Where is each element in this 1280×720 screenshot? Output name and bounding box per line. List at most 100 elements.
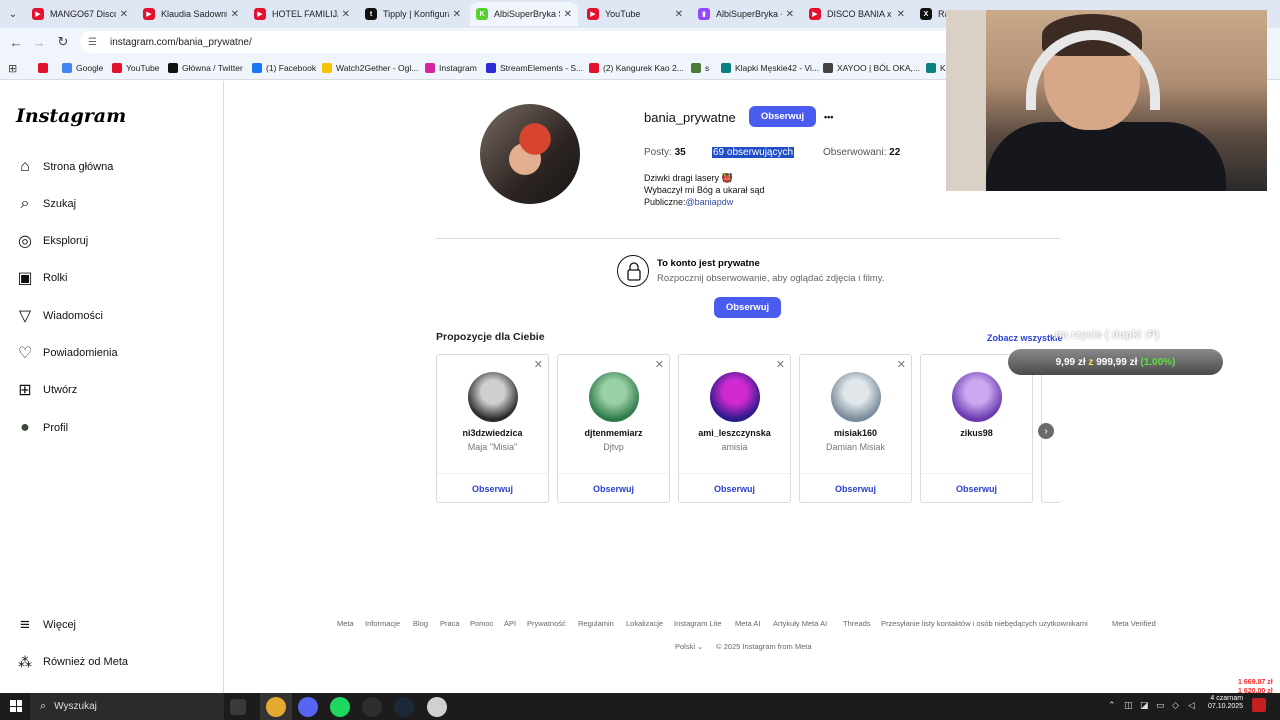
close-tab-icon[interactable]: ✕ bbox=[675, 9, 683, 20]
apps-grid-icon[interactable]: ⊞ bbox=[8, 61, 17, 75]
footer-link[interactable]: Informacje bbox=[365, 619, 400, 628]
taskbar-app-steam-icon[interactable] bbox=[394, 697, 414, 717]
browser-tab[interactable]: ▶ Klaudia Sadownik ✕ bbox=[137, 2, 245, 26]
profile-avatar[interactable] bbox=[480, 104, 580, 204]
suggestion-follow-button[interactable]: Obserwuj bbox=[558, 484, 669, 494]
suggestion-follow-button[interactable]: Obserwuj bbox=[921, 484, 1032, 494]
suggestion-card[interactable]: zikus98 Obserwuj bbox=[920, 354, 1033, 503]
forward-icon[interactable]: → bbox=[31, 34, 47, 50]
footer-link[interactable]: Instagram Lite bbox=[674, 619, 722, 628]
bookmark-item[interactable]: Główna / Twitter bbox=[168, 61, 243, 75]
bio-handle-link[interactable]: @baniapdw bbox=[686, 197, 734, 207]
sidebar-item-home[interactable]: ⌂ Strona główna bbox=[16, 155, 113, 179]
bookmark-item[interactable]: (1) Facebook bbox=[252, 61, 316, 75]
tab-search-icon[interactable]: ⌄ bbox=[4, 5, 22, 23]
footer-link[interactable]: API bbox=[504, 619, 516, 628]
bookmark-item[interactable]: Klapki Męskie42 - Vi... bbox=[721, 61, 819, 75]
notification-icon[interactable] bbox=[1252, 698, 1266, 712]
followers-count[interactable]: 69 obserwujących bbox=[712, 147, 795, 158]
sidebar-item-also-from-meta[interactable]: ⁂ Również od Meta bbox=[16, 650, 128, 674]
instagram-logo[interactable]: Instagram bbox=[16, 105, 126, 127]
sidebar-item-heart[interactable]: ♡ Powiadomienia bbox=[16, 341, 118, 365]
bookmark-item[interactable]: Google bbox=[62, 61, 103, 75]
taskbar-app-spotify-icon[interactable] bbox=[330, 697, 350, 717]
footer-link[interactable]: Meta Verified bbox=[1112, 619, 1156, 628]
sidebar-item-reels[interactable]: ▣ Rolki bbox=[16, 266, 67, 290]
network-icon[interactable]: ◇ bbox=[1172, 700, 1179, 711]
suggestion-card[interactable]: ✕ djtenmemiarz Djtvp Obserwuj bbox=[557, 354, 670, 503]
suggestion-card[interactable]: ✕ ami_leszczynska amisia Obserwuj bbox=[678, 354, 791, 503]
dismiss-icon[interactable]: ✕ bbox=[897, 358, 906, 371]
suggestion-avatar[interactable] bbox=[468, 372, 518, 422]
taskbar-search[interactable]: ⌕ Wyszukaj bbox=[30, 693, 224, 720]
footer-link[interactable]: Praca bbox=[440, 619, 460, 628]
browser-tab[interactable]: ▶ MANGO67 Disco ✕ bbox=[26, 2, 134, 26]
sidebar-item-plus-square[interactable]: ⊞ Utwórz bbox=[16, 378, 77, 402]
tray-icon[interactable]: ◪ bbox=[1140, 700, 1149, 711]
bookmark-item[interactable]: Instagram bbox=[425, 61, 477, 75]
sidebar-item-more[interactable]: ≡ Więcej bbox=[16, 613, 76, 637]
taskbar-app-obs-icon[interactable] bbox=[362, 697, 382, 717]
close-tab-icon[interactable]: ✕ bbox=[897, 9, 905, 20]
sidebar-item-search[interactable]: ⌕ Szukaj bbox=[16, 192, 77, 216]
browser-tab[interactable]: ▶ DISCO BANIA x D ✕ bbox=[803, 2, 911, 26]
sidebar-item-avatar[interactable]: ● Profil bbox=[16, 416, 68, 440]
close-tab-icon[interactable]: ✕ bbox=[342, 9, 350, 20]
suggestion-follow-button[interactable]: Obserwuj bbox=[437, 484, 548, 494]
taskbar-app-chrome-icon[interactable] bbox=[260, 693, 292, 720]
close-tab-icon[interactable]: ✕ bbox=[120, 9, 128, 20]
suggestion-username[interactable]: zikus98 bbox=[921, 428, 1032, 438]
suggestion-username[interactable]: misiak160 bbox=[800, 428, 911, 438]
address-bar[interactable]: ☰ instagram.com/bania_prywatne/ bbox=[80, 31, 960, 53]
footer-link[interactable]: Threads bbox=[843, 619, 871, 628]
bookmark-item[interactable]: YouTube bbox=[112, 61, 159, 75]
close-tab-icon[interactable]: ✕ bbox=[564, 9, 572, 20]
taskbar-app-discord-icon[interactable] bbox=[298, 697, 318, 717]
suggestion-avatar[interactable] bbox=[589, 372, 639, 422]
chevron-right-icon[interactable]: › bbox=[1038, 423, 1054, 439]
browser-tab[interactable]: ▶ HOTEL FAMILIJA ✕ bbox=[248, 2, 356, 26]
bookmark-item[interactable]: (2) Kangurek Kao 2... bbox=[589, 61, 684, 75]
footer-link[interactable]: Prywatność bbox=[527, 619, 566, 628]
follow-button[interactable]: Obserwuj bbox=[749, 106, 816, 127]
bookmark-item[interactable]: StreamElements - S... bbox=[486, 61, 583, 75]
suggestion-username[interactable]: ami_leszczynska bbox=[679, 428, 790, 438]
back-icon[interactable]: ← bbox=[8, 34, 24, 50]
tray-icon[interactable]: ◫ bbox=[1124, 700, 1133, 711]
bookmark-item[interactable]: s bbox=[691, 61, 709, 75]
followers-stat[interactable]: 69 obserwujących bbox=[712, 147, 795, 158]
chevron-up-icon[interactable]: ⌃ bbox=[1108, 700, 1116, 711]
footer-link[interactable]: Lokalizacje bbox=[626, 619, 663, 628]
close-tab-icon[interactable]: ✕ bbox=[786, 9, 794, 20]
footer-link[interactable]: Przesyłanie listy kontaktów i osób niebę… bbox=[881, 619, 1088, 628]
sidebar-item-send[interactable]: ▽ Wiadomości bbox=[16, 304, 103, 328]
footer-link[interactable]: Blog bbox=[413, 619, 428, 628]
footer-link[interactable]: Pomoc bbox=[470, 619, 493, 628]
follow-private-button[interactable]: Obserwuj bbox=[714, 297, 781, 318]
suggestion-username[interactable]: ni3dzwiedzica bbox=[437, 428, 548, 438]
more-options-icon[interactable]: ••• bbox=[824, 112, 833, 122]
suggestion-card[interactable]: ✕ ni3dzwiedzica Maja "Misia" Obserwuj bbox=[436, 354, 549, 503]
windows-start-icon[interactable] bbox=[10, 700, 22, 712]
browser-tab[interactable]: K AlbiSuperBryka St ✕ bbox=[470, 2, 578, 26]
see-all-link[interactable]: Zobacz wszystkie bbox=[987, 333, 1063, 343]
tray-icon[interactable]: ▭ bbox=[1156, 700, 1165, 711]
bookmark-item[interactable] bbox=[38, 61, 52, 75]
suggestion-avatar[interactable] bbox=[710, 372, 760, 422]
dismiss-icon[interactable]: ✕ bbox=[655, 358, 664, 371]
volume-icon[interactable]: ◁ bbox=[1188, 700, 1195, 711]
suggestion-avatar[interactable] bbox=[831, 372, 881, 422]
suggestion-follow-button[interactable]: Obserwuj bbox=[800, 484, 911, 494]
dismiss-icon[interactable]: ✕ bbox=[534, 358, 543, 371]
close-tab-icon[interactable]: ✕ bbox=[453, 9, 461, 20]
footer-link[interactable]: Regulamin bbox=[578, 619, 614, 628]
suggestion-follow-button[interactable]: Obserwuj bbox=[679, 484, 790, 494]
taskbar-app-app-icon[interactable] bbox=[427, 697, 447, 717]
sidebar-item-compass[interactable]: ◎ Eksploruj bbox=[16, 229, 88, 253]
site-info-icon[interactable]: ☰ bbox=[88, 37, 100, 48]
browser-tab[interactable]: ▶ YouTube ✕ bbox=[581, 2, 689, 26]
bookmark-item[interactable]: XAYOO | BÓL OKA,... bbox=[823, 61, 920, 75]
bookmark-item[interactable]: Watch2Gether - Ogl... bbox=[322, 61, 418, 75]
taskbar-app-task-view-icon[interactable] bbox=[230, 699, 246, 715]
language-select[interactable]: Polski ⌄ bbox=[675, 642, 703, 651]
